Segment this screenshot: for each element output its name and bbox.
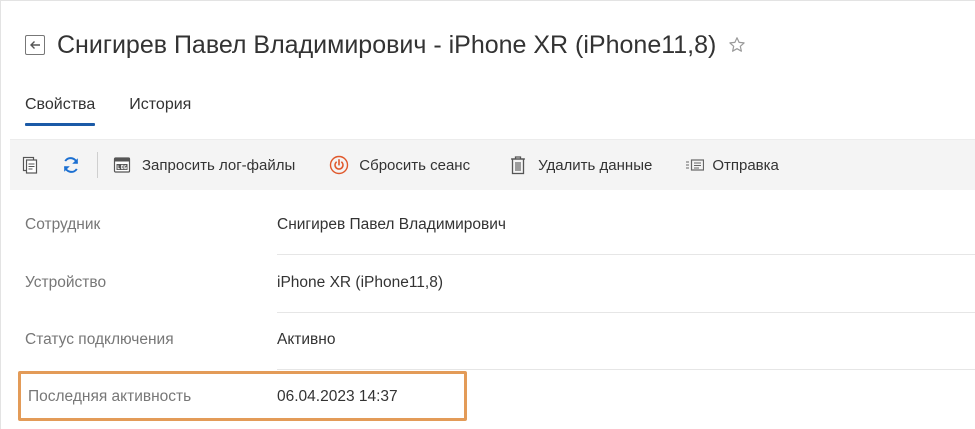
- arrow-left-icon: [30, 41, 40, 49]
- reset-session-label: Сбросить сеанс: [359, 156, 471, 174]
- tab-properties[interactable]: Свойства: [25, 96, 96, 126]
- tab-history[interactable]: История: [129, 96, 191, 126]
- toolbar: Запросить лог-файлы Сбросить сеанс Удали…: [10, 139, 975, 190]
- field-last-activity: Последняя активность 06.04.2023 14:37: [25, 372, 975, 427]
- trash-icon: [508, 155, 528, 175]
- field-label: Последняя активность: [28, 388, 192, 405]
- copy-icon: [20, 155, 40, 175]
- favorite-star-icon[interactable]: [728, 36, 746, 54]
- refresh-icon: [61, 155, 81, 175]
- page-header: Снигирев Павел Владимирович - iPhone XR …: [25, 25, 746, 65]
- send-button[interactable]: Отправка: [686, 155, 779, 175]
- log-file-icon: [112, 155, 132, 175]
- field-underline: [277, 369, 975, 370]
- tab-bar: Свойства История: [25, 96, 225, 126]
- field-employee: Сотрудник Снигирев Павел Владимирович: [25, 200, 975, 255]
- field-device: Устройство iPhone XR (iPhone11,8): [25, 258, 975, 313]
- field-underline: [277, 312, 975, 313]
- reset-session-button[interactable]: Сбросить сеанс: [329, 155, 470, 175]
- send-label: Отправка: [712, 156, 779, 174]
- message-list-icon: [686, 155, 705, 175]
- page-title: Снигирев Павел Владимирович - iPhone XR …: [57, 30, 717, 59]
- power-icon: [329, 155, 349, 175]
- frame-border-top: [0, 0, 975, 1]
- refresh-button[interactable]: [61, 155, 81, 175]
- toolbar-separator: [97, 152, 98, 178]
- request-logs-button[interactable]: Запросить лог-файлы: [112, 155, 295, 175]
- field-connection-status: Статус подключения Активно: [25, 315, 975, 370]
- field-label: Сотрудник: [25, 216, 101, 233]
- field-value: Активно: [277, 331, 336, 348]
- request-logs-label: Запросить лог-файлы: [142, 156, 296, 174]
- field-value[interactable]: Снигирев Павел Владимирович: [277, 216, 506, 234]
- field-value: 06.04.2023 14:37: [277, 388, 398, 405]
- delete-data-button[interactable]: Удалить данные: [508, 155, 652, 175]
- copy-button[interactable]: [20, 155, 40, 175]
- field-value[interactable]: iPhone XR (iPhone11,8): [277, 274, 443, 292]
- back-button[interactable]: [25, 35, 45, 55]
- delete-data-label: Удалить данные: [538, 156, 653, 174]
- field-label: Устройство: [25, 274, 107, 291]
- field-label: Статус подключения: [25, 331, 174, 348]
- frame-border-left: [0, 0, 1, 429]
- field-underline: [277, 254, 975, 255]
